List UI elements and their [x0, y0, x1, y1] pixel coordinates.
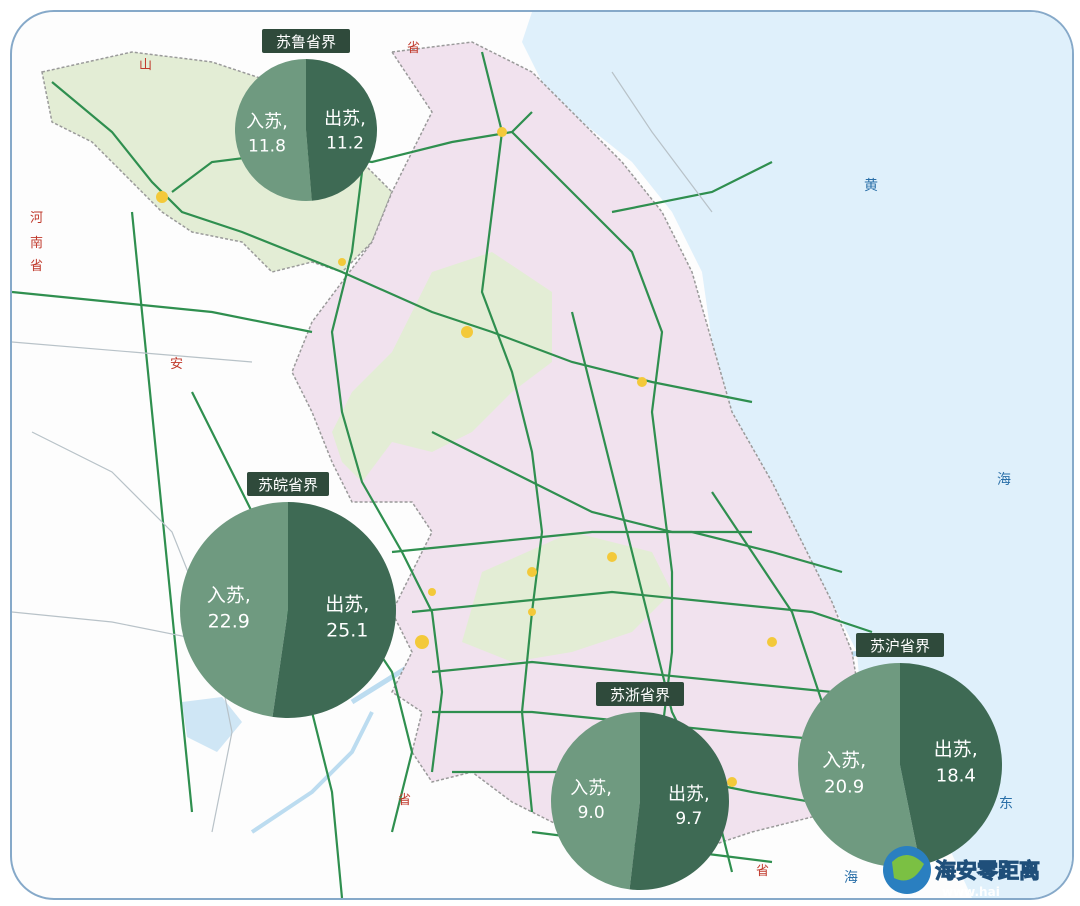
pie-out-value: 9.7 [675, 809, 702, 829]
henan-label-3: 省 [30, 259, 43, 274]
yellow-sea-label-2: 海 [997, 472, 1011, 488]
region-tag-label: 苏浙省界 [610, 686, 670, 704]
pie-su-lu: 入苏, 11.8 出苏, 11.2 苏鲁省界 [234, 29, 377, 201]
pie-out-value: 11.2 [326, 133, 364, 153]
region-tag-label: 苏皖省界 [258, 476, 318, 494]
pie-in-label: 入苏, [822, 750, 866, 772]
pie-in-label: 入苏, [207, 585, 251, 607]
pie-slice-in [180, 502, 288, 717]
pie-out-label: 出苏, [934, 738, 978, 760]
lake [182, 697, 242, 752]
region-tag-label: 苏鲁省界 [276, 33, 336, 51]
henan-label-2: 南 [30, 235, 43, 251]
highway-map: 山 省 河 南 省 安 省 省 黄 海 东 海 入苏, 11.8 出苏, 11.… [12, 12, 1072, 898]
pie-in-label: 入苏, [246, 112, 288, 133]
pie-out-value: 18.4 [936, 765, 976, 786]
henan-label-1: 河 [30, 211, 43, 226]
watermark-text: 海安零距离 [935, 859, 1040, 883]
shandong-label: 山 [139, 58, 152, 73]
pie-out-value: 25.1 [326, 619, 368, 641]
east-sea-label: 东 [999, 796, 1013, 812]
river [250, 711, 374, 834]
province-label-top: 省 [407, 41, 420, 56]
pie-in-value: 20.9 [824, 777, 864, 798]
province-label-bottom-right: 省 [756, 864, 769, 879]
region-tag-label: 苏沪省界 [870, 637, 930, 655]
pie-out-label: 出苏, [324, 108, 366, 129]
yellow-sea-label-1: 黄 [864, 177, 878, 194]
pie-out-label: 出苏, [325, 593, 369, 615]
pie-in-value: 11.8 [248, 137, 286, 157]
province-label-bottom-left: 省 [398, 793, 411, 808]
anhui-label: 安 [170, 357, 183, 372]
pie-su-wan: 入苏, 22.9 出苏, 25.1 苏皖省界 [180, 472, 397, 718]
map-frame: 山 省 河 南 省 安 省 省 黄 海 东 海 入苏, 11.8 出苏, 11.… [10, 10, 1074, 900]
pie-in-value: 22.9 [208, 611, 250, 633]
watermark-subtext: www.hai [942, 885, 1000, 898]
sea-label-bottom: 海 [844, 870, 858, 886]
pie-out-label: 出苏, [668, 784, 710, 805]
pie-in-label: 入苏, [570, 778, 612, 799]
pie-in-value: 9.0 [578, 803, 605, 823]
